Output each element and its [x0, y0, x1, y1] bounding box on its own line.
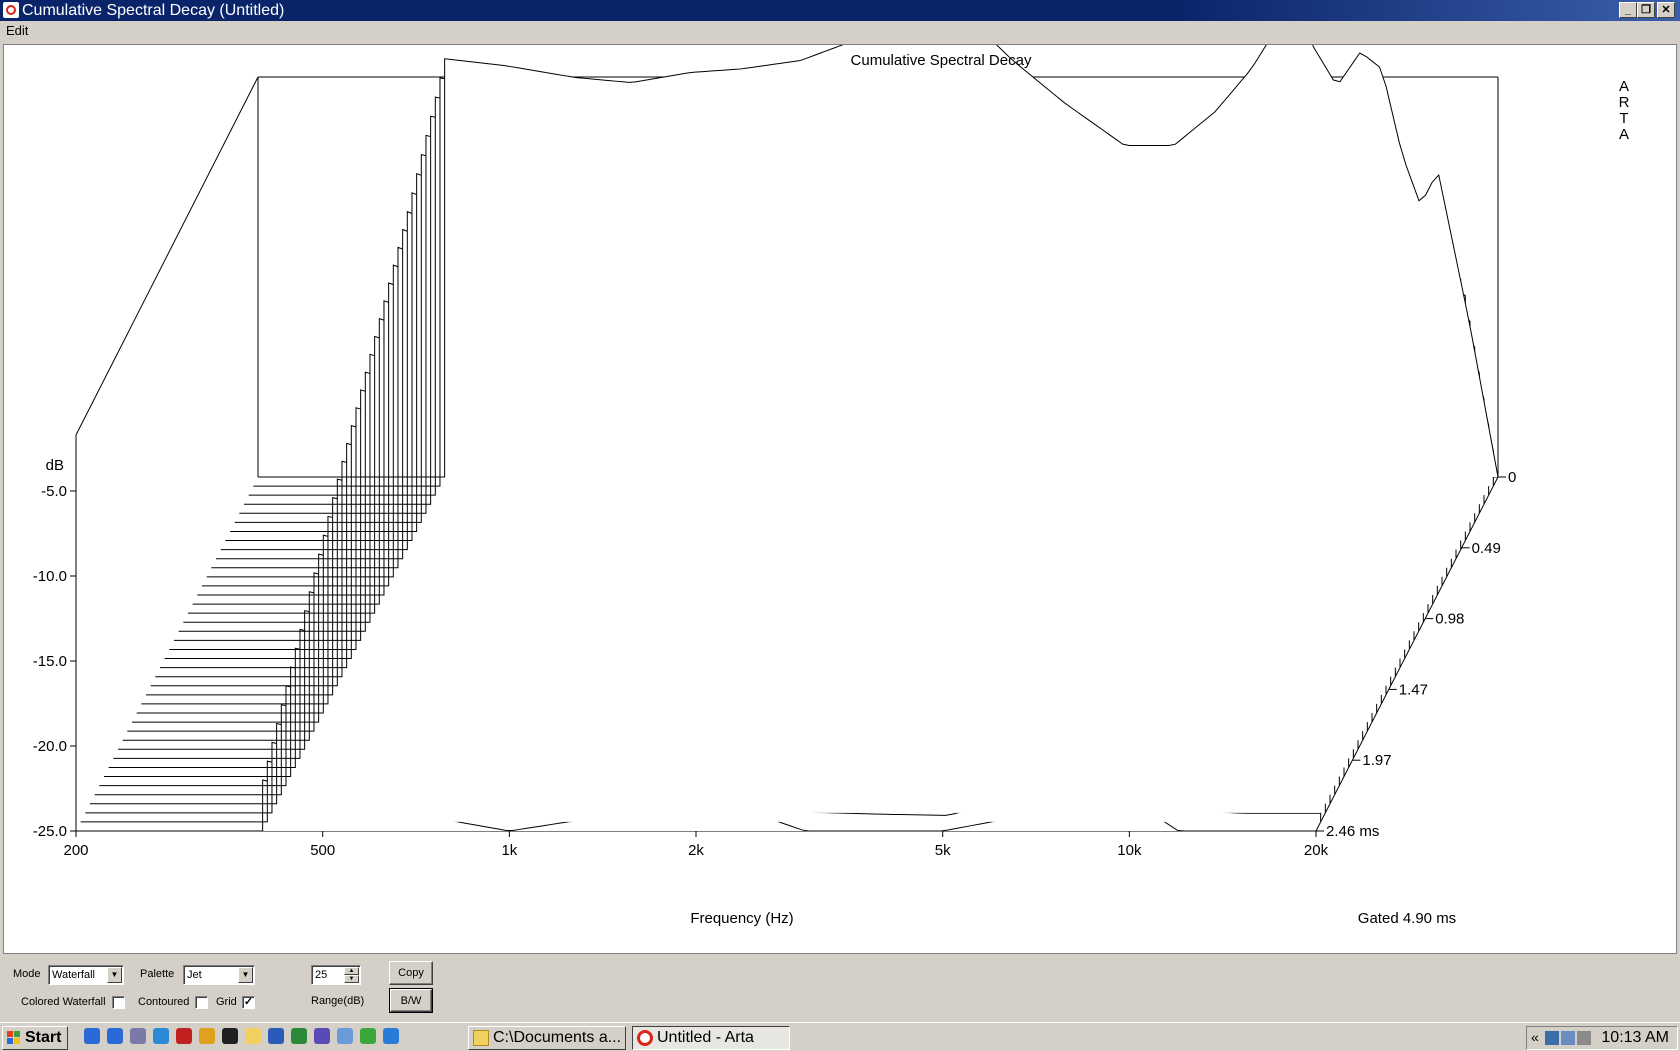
minimize-button[interactable]: _ — [1619, 2, 1637, 18]
arta-app-icon[interactable] — [3, 2, 19, 18]
contoured-checkbox[interactable] — [195, 996, 208, 1009]
mode-select[interactable]: Waterfall ▼ — [48, 965, 124, 985]
range-value: 25 — [315, 969, 328, 981]
colored-waterfall-checkbox[interactable] — [112, 996, 125, 1009]
x-tick-label: 10k — [1117, 842, 1142, 859]
word-icon[interactable] — [268, 1028, 284, 1044]
cmd-icon[interactable] — [222, 1028, 238, 1044]
y-axis-label: dB — [46, 457, 64, 474]
z-tick-label: 1.97 — [1362, 752, 1391, 769]
y-tick-label: -10.0 — [33, 568, 67, 585]
z-tick-label: 2.46 ms — [1326, 823, 1379, 840]
range-spinner[interactable]: 25 ▲ ▼ — [311, 965, 361, 985]
watermark-letter: T — [1619, 110, 1628, 127]
title-bar: Cumulative Spectral Decay (Untitled) _ ❐… — [0, 0, 1680, 21]
x-tick-label: 200 — [63, 842, 88, 859]
x-axis-ticks: 200 500 1k 2k 5k 10k 20k — [63, 831, 1329, 859]
task-label: Untitled - Arta — [657, 1029, 754, 1046]
spin-down-icon[interactable]: ▼ — [344, 975, 359, 983]
copy-button[interactable]: Copy — [389, 961, 433, 985]
watermark-letter: R — [1619, 94, 1630, 111]
ie-icon[interactable] — [84, 1028, 100, 1044]
x-tick-label: 5k — [935, 842, 951, 859]
task-explorer[interactable]: C:\Documents a... — [468, 1026, 626, 1050]
windows-flag-icon — [7, 1031, 21, 1045]
taskbar: Start C:\Documents a... Untitled - Arta … — [0, 1022, 1680, 1051]
x-tick-label: 2k — [688, 842, 704, 859]
notepad-icon[interactable] — [337, 1028, 353, 1044]
red-app-icon[interactable] — [176, 1028, 192, 1044]
chrome-icon[interactable] — [199, 1028, 215, 1044]
arta-watermark: ARTA — [1619, 78, 1630, 143]
media-icon[interactable] — [153, 1028, 169, 1044]
network-icon[interactable] — [130, 1028, 146, 1044]
y-tick-label: -15.0 — [33, 653, 67, 670]
decay-slices — [76, 45, 1499, 832]
folder-icon — [473, 1030, 489, 1046]
arta-icon — [637, 1030, 653, 1046]
monitor-icon[interactable] — [1561, 1031, 1575, 1045]
green-app-icon[interactable] — [360, 1028, 376, 1044]
control-panel: Mode Waterfall ▼ Palette Jet ▼ 25 ▲ ▼ Ra… — [0, 956, 1680, 1022]
z-tick-label: 0 — [1508, 469, 1516, 486]
task-arta[interactable]: Untitled - Arta — [632, 1026, 790, 1050]
chevron-down-icon[interactable]: ▼ — [238, 967, 253, 983]
watermark-letter: A — [1619, 126, 1629, 143]
y-axis-ticks: -5.0 -10.0 -15.0 -20.0 -25.0 — [33, 483, 76, 840]
palette-label: Palette — [140, 968, 175, 980]
waterfall-chart: 200 500 1k 2k 5k 10k 20k -5.0 -10.0 -15.0 -20.0 -2… — [33, 45, 1630, 927]
colored-waterfall-label: Colored Waterfall — [21, 996, 106, 1008]
help-icon[interactable] — [314, 1028, 330, 1044]
y-tick-label: -20.0 — [33, 738, 67, 755]
spin-up-icon[interactable]: ▲ — [344, 967, 359, 975]
bw-button[interactable]: B/W — [389, 988, 433, 1013]
start-label: Start — [25, 1029, 62, 1046]
system-tray: « 10:13 AM — [1526, 1026, 1678, 1050]
z-tick-label: 0.49 — [1472, 540, 1501, 557]
close-button[interactable]: ✕ — [1657, 2, 1675, 18]
maximize-button[interactable]: ❐ — [1637, 2, 1655, 18]
x-axis-label: Frequency (Hz) — [690, 910, 793, 927]
z-tick-label: 1.47 — [1399, 681, 1428, 698]
gated-note: Gated 4.90 ms — [1358, 910, 1456, 927]
y-tick-label: -5.0 — [41, 483, 67, 500]
x-tick-label: 1k — [501, 842, 517, 859]
watermark-letter: A — [1619, 78, 1629, 95]
network-icon[interactable] — [1545, 1031, 1559, 1045]
excel-icon[interactable] — [291, 1028, 307, 1044]
x-tick-label: 20k — [1304, 842, 1329, 859]
range-label: Range(dB) — [311, 995, 365, 1007]
window-title: Cumulative Spectral Decay (Untitled) — [22, 2, 285, 19]
z-tick-label: 0.98 — [1435, 611, 1464, 628]
clock: 10:13 AM — [1601, 1029, 1669, 1046]
ie-icon[interactable] — [107, 1028, 123, 1044]
mode-label: Mode — [13, 968, 41, 980]
menu-edit[interactable]: Edit — [6, 23, 28, 38]
volume-icon[interactable] — [1577, 1031, 1591, 1045]
left-diagonal-edge — [75, 76, 259, 436]
menu-bar: Edit — [0, 21, 1680, 41]
mode-value: Waterfall — [52, 969, 95, 981]
start-button[interactable]: Start — [2, 1026, 68, 1050]
blue-app-icon[interactable] — [383, 1028, 399, 1044]
task-label: C:\Documents a... — [493, 1029, 622, 1046]
x-tick-label: 500 — [310, 842, 335, 859]
contoured-label: Contoured — [138, 996, 190, 1008]
chevron-down-icon[interactable]: ▼ — [107, 967, 122, 983]
grid-checkbox[interactable]: ✓ — [242, 996, 255, 1009]
y-tick-label: -25.0 — [33, 823, 67, 840]
folder-icon[interactable] — [245, 1028, 261, 1044]
chart-area: 200 500 1k 2k 5k 10k 20k -5.0 -10.0 -15.0 -20.0 -2… — [3, 44, 1677, 954]
chart-title: Cumulative Spectral Decay — [851, 52, 1032, 69]
tray-expand-chevron[interactable]: « — [1531, 1029, 1539, 1045]
palette-select[interactable]: Jet ▼ — [183, 965, 255, 985]
grid-label: Grid — [216, 996, 237, 1008]
palette-value: Jet — [187, 969, 202, 981]
